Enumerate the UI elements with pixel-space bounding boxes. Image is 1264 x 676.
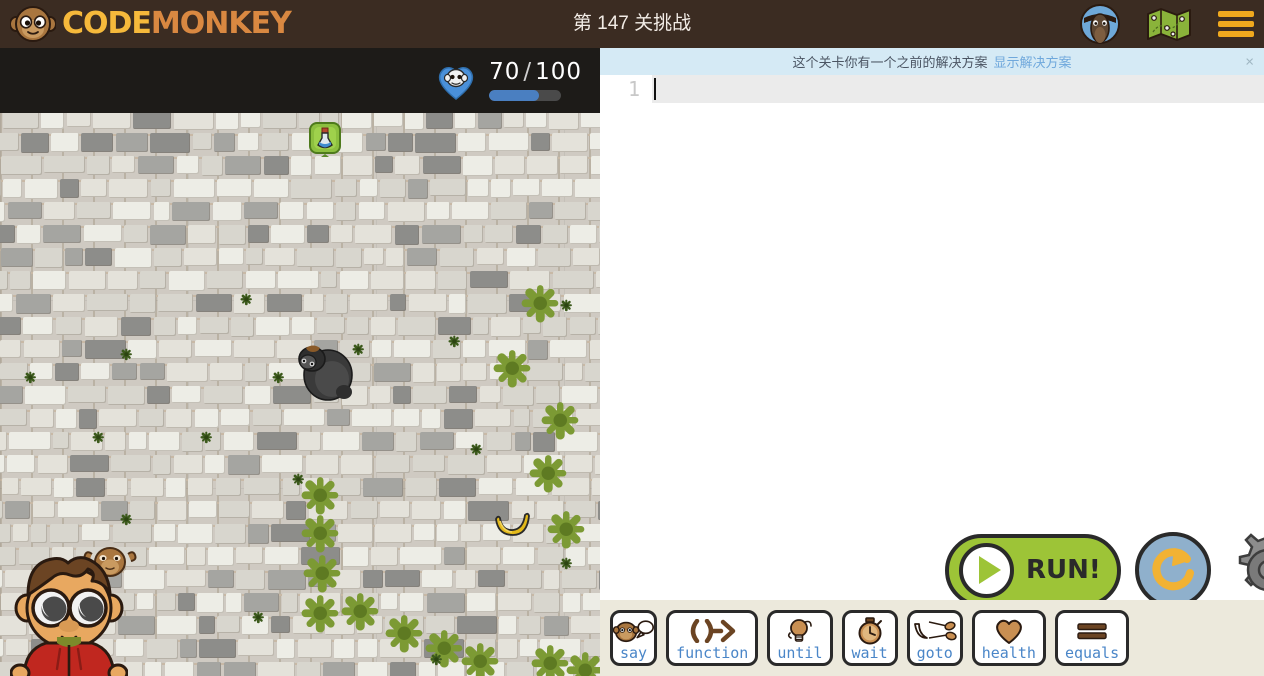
tool-button-goto[interactable]: goto (906, 610, 963, 666)
show-solution-link[interactable]: 显示解决方案 (994, 52, 1072, 71)
bush-plant (560, 557, 572, 570)
logo-code-text: CODE (62, 6, 152, 41)
hamburger-bar-2 (1218, 21, 1254, 27)
refresh-icon (1152, 548, 1194, 591)
bush-plant (566, 652, 600, 676)
bush-plant (301, 477, 339, 515)
play-icon (959, 542, 1014, 598)
bush-plant (301, 595, 339, 633)
code-editor[interactable]: 1 RUN! (600, 75, 1264, 648)
monkey-logo-icon (10, 6, 56, 42)
game-panel: 70/100 (0, 48, 600, 676)
banana-collectible[interactable] (492, 509, 532, 539)
bush-plant (461, 643, 499, 676)
bush-plant (385, 615, 423, 653)
tool-button-function[interactable]: function (666, 610, 759, 666)
bush-plant (529, 455, 567, 493)
hamburger-menu-icon[interactable] (1218, 11, 1254, 37)
run-button[interactable]: RUN! (945, 533, 1121, 607)
hamburger-bar-3 (1218, 31, 1254, 37)
bush-plant (541, 402, 579, 440)
text-caret (654, 78, 656, 100)
play-triangle (978, 556, 1001, 584)
bush-plant (303, 555, 341, 593)
score-max: 100 (535, 59, 582, 86)
health-bar-track (489, 89, 562, 101)
bush-plant (120, 348, 132, 361)
line-number-gutter: 1 (600, 75, 652, 103)
code-line-content[interactable] (652, 75, 1264, 103)
score-text: 70/100 (489, 60, 582, 84)
map-icon[interactable] (1146, 6, 1192, 42)
banana-throw-icon (910, 616, 960, 646)
bush-plant (292, 473, 304, 486)
tool-button-label: say (620, 644, 648, 662)
tool-button-label: wait (851, 644, 888, 662)
bush-plant (470, 443, 482, 456)
close-notification-button[interactable]: × (1245, 54, 1254, 69)
bush-plant (120, 513, 132, 526)
bush-plant (560, 299, 572, 312)
bush-plant (252, 611, 264, 624)
monkey-speech-bubble-icon (613, 616, 655, 646)
score-bar: 70/100 (0, 48, 600, 113)
player-monkey-character[interactable] (10, 553, 128, 676)
logo-monkey-text: MONKEY (150, 6, 292, 41)
stopwatch-icon (845, 616, 895, 646)
gorilla-enemy[interactable] (292, 335, 358, 407)
health-heart-icon (439, 66, 474, 100)
bush-plant (200, 431, 212, 444)
equals-icon (1058, 616, 1126, 646)
score-separator: / (523, 59, 533, 86)
tool-button-label: function (676, 644, 749, 662)
tool-button-label: health (981, 644, 1036, 662)
bush-plant (493, 350, 531, 388)
reset-button[interactable] (1135, 532, 1211, 608)
avatar-icon[interactable] (1080, 4, 1120, 44)
bush-plant (430, 653, 442, 666)
solution-notification: 这个关卡你有一个之前的解决方案 显示解决方案 × (600, 48, 1264, 75)
hamburger-bar-1 (1218, 11, 1254, 17)
code-line-1[interactable]: 1 (600, 75, 1264, 103)
score-block: 70/100 (489, 60, 582, 101)
bush-plant (240, 293, 252, 306)
top-bar: CODEMONKEY 第 147 关挑战 (0, 0, 1264, 48)
lightbulb-icon (770, 616, 829, 646)
tool-button-until[interactable]: until (767, 610, 833, 666)
health-bar-fill (489, 89, 540, 101)
code-blocks-toolbar: say function until wait goto health equals (600, 600, 1264, 676)
bush-plant (547, 511, 585, 549)
bush-plant (521, 285, 559, 323)
game-board[interactable] (0, 113, 600, 676)
bush-plant (301, 515, 339, 553)
tool-button-wait[interactable]: wait (841, 610, 898, 666)
bush-plant (92, 431, 104, 444)
tool-button-equals[interactable]: equals (1054, 610, 1130, 666)
top-bar-actions (1080, 0, 1254, 48)
notification-message: 这个关卡你有一个之前的解决方案 (792, 55, 988, 70)
bush-plant (272, 371, 284, 384)
score-current: 70 (489, 59, 521, 86)
bush-plant (448, 335, 460, 348)
tool-button-label: until (777, 644, 823, 662)
bush-plant (341, 593, 379, 631)
run-button-label: RUN! (1026, 555, 1101, 585)
function-arrow-icon (669, 616, 755, 646)
tool-button-label: equals (1064, 644, 1120, 662)
tool-button-health[interactable]: health (971, 610, 1046, 666)
heart-icon (975, 616, 1043, 646)
tool-button-say[interactable]: say (610, 610, 658, 666)
app-logo[interactable]: CODEMONKEY (0, 0, 292, 48)
bush-plant (24, 371, 36, 384)
potion-button-tile[interactable] (308, 121, 342, 157)
code-panel: 这个关卡你有一个之前的解决方案 显示解决方案 × 1 RUN! say func… (600, 48, 1264, 676)
logo-wordmark: CODEMONKEY (62, 6, 292, 41)
tool-button-label: goto (916, 644, 953, 662)
